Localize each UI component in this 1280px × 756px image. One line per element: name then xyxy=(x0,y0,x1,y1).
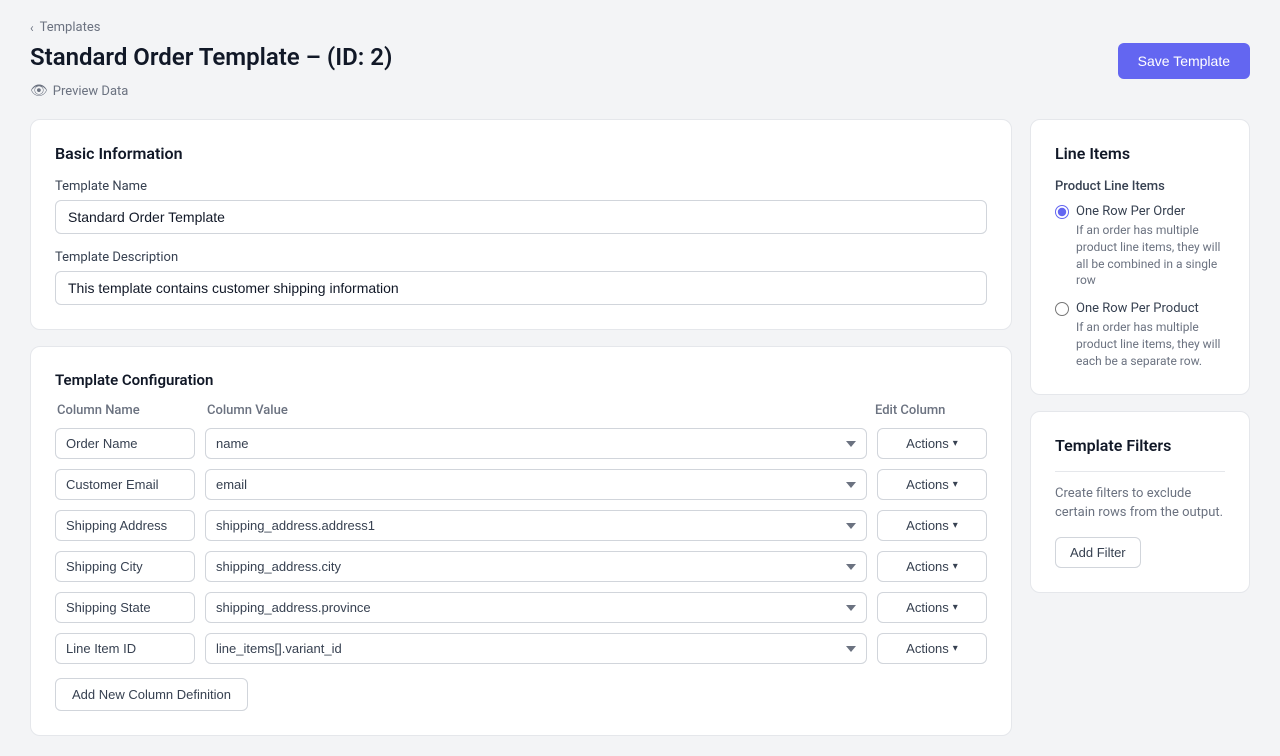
chevron-down-icon: ▾ xyxy=(953,520,958,531)
chevron-down-icon: ▾ xyxy=(953,643,958,654)
basic-info-title: Basic Information xyxy=(55,144,987,163)
template-config-card: Template Configuration Column Name Colum… xyxy=(30,346,1012,736)
actions-label: Actions xyxy=(906,641,949,656)
col-header-name: Column Name xyxy=(57,403,197,418)
template-config-title: Template Configuration xyxy=(55,371,987,389)
actions-button[interactable]: Actions ▾ xyxy=(877,551,987,582)
add-filter-button[interactable]: Add Filter xyxy=(1055,537,1141,568)
column-name-input[interactable] xyxy=(55,551,195,582)
line-items-card: Line Items Product Line Items One Row Pe… xyxy=(1030,119,1250,395)
template-filters-card: Template Filters Create filters to exclu… xyxy=(1030,411,1250,593)
template-name-label: Template Name xyxy=(55,179,987,194)
radio-option-desc: If an order has multiple product line it… xyxy=(1076,222,1225,289)
table-row: shipping_address.address1 Actions ▾ xyxy=(55,510,987,541)
column-rows: name Actions ▾ email Actions ▾ shipping_… xyxy=(55,428,987,664)
column-value-select[interactable]: email xyxy=(205,469,867,500)
page-title: Standard Order Template – (ID: 2) xyxy=(30,43,392,71)
actions-label: Actions xyxy=(906,600,949,615)
actions-button[interactable]: Actions ▾ xyxy=(877,633,987,664)
radio-input-one-row-per-order[interactable] xyxy=(1055,205,1069,219)
add-column-button[interactable]: Add New Column Definition xyxy=(55,678,248,711)
column-name-input[interactable] xyxy=(55,510,195,541)
actions-button[interactable]: Actions ▾ xyxy=(877,469,987,500)
radio-label-one-row-per-order[interactable]: One Row Per Order xyxy=(1055,204,1225,219)
preview-data-link[interactable]: 👁 Preview Data xyxy=(30,83,1250,99)
column-name-input[interactable] xyxy=(55,428,195,459)
product-line-items-subtitle: Product Line Items xyxy=(1055,179,1225,194)
chevron-down-icon: ▾ xyxy=(953,602,958,613)
list-item: One Row Per Order If an order has multip… xyxy=(1055,204,1225,289)
divider xyxy=(1055,471,1225,472)
radio-option-label: One Row Per Order xyxy=(1076,204,1185,219)
eye-icon: 👁 xyxy=(30,83,48,99)
column-headers: Column Name Column Value Edit Column xyxy=(55,403,987,418)
column-name-input[interactable] xyxy=(55,469,195,500)
actions-label: Actions xyxy=(906,477,949,492)
template-name-input[interactable] xyxy=(55,200,987,234)
table-row: name Actions ▾ xyxy=(55,428,987,459)
chevron-left-icon: ‹ xyxy=(30,21,34,35)
table-row: email Actions ▾ xyxy=(55,469,987,500)
table-row: line_items[].variant_id Actions ▾ xyxy=(55,633,987,664)
radio-input-one-row-per-product[interactable] xyxy=(1055,302,1069,316)
col-header-value: Column Value xyxy=(207,403,865,418)
column-value-select[interactable]: shipping_address.address1 xyxy=(205,510,867,541)
chevron-down-icon: ▾ xyxy=(953,561,958,572)
actions-button[interactable]: Actions ▾ xyxy=(877,592,987,623)
line-items-title: Line Items xyxy=(1055,144,1225,163)
column-value-select[interactable]: line_items[].variant_id xyxy=(205,633,867,664)
radio-label-one-row-per-product[interactable]: One Row Per Product xyxy=(1055,301,1225,316)
actions-label: Actions xyxy=(906,559,949,574)
template-desc-label: Template Description xyxy=(55,250,987,265)
save-template-button[interactable]: Save Template xyxy=(1118,43,1250,79)
actions-label: Actions xyxy=(906,518,949,533)
actions-button[interactable]: Actions ▾ xyxy=(877,428,987,459)
template-desc-input[interactable] xyxy=(55,271,987,305)
breadcrumb[interactable]: ‹ Templates xyxy=(30,20,1250,35)
preview-label: Preview Data xyxy=(53,84,129,99)
radio-option-label: One Row Per Product xyxy=(1076,301,1199,316)
table-row: shipping_address.city Actions ▾ xyxy=(55,551,987,582)
actions-button[interactable]: Actions ▾ xyxy=(877,510,987,541)
col-header-edit: Edit Column xyxy=(875,403,985,418)
chevron-down-icon: ▾ xyxy=(953,438,958,449)
radio-option-desc: If an order has multiple product line it… xyxy=(1076,319,1225,369)
product-line-items-options: One Row Per Order If an order has multip… xyxy=(1055,204,1225,370)
template-filters-title: Template Filters xyxy=(1055,436,1225,455)
column-value-select[interactable]: name xyxy=(205,428,867,459)
breadcrumb-label[interactable]: Templates xyxy=(40,20,101,35)
actions-label: Actions xyxy=(906,436,949,451)
column-name-input[interactable] xyxy=(55,633,195,664)
filter-description: Create filters to exclude certain rows f… xyxy=(1055,484,1225,523)
chevron-down-icon: ▾ xyxy=(953,479,958,490)
list-item: One Row Per Product If an order has mult… xyxy=(1055,301,1225,369)
table-row: shipping_address.province Actions ▾ xyxy=(55,592,987,623)
column-value-select[interactable]: shipping_address.province xyxy=(205,592,867,623)
basic-info-card: Basic Information Template Name Template… xyxy=(30,119,1012,330)
column-value-select[interactable]: shipping_address.city xyxy=(205,551,867,582)
column-name-input[interactable] xyxy=(55,592,195,623)
